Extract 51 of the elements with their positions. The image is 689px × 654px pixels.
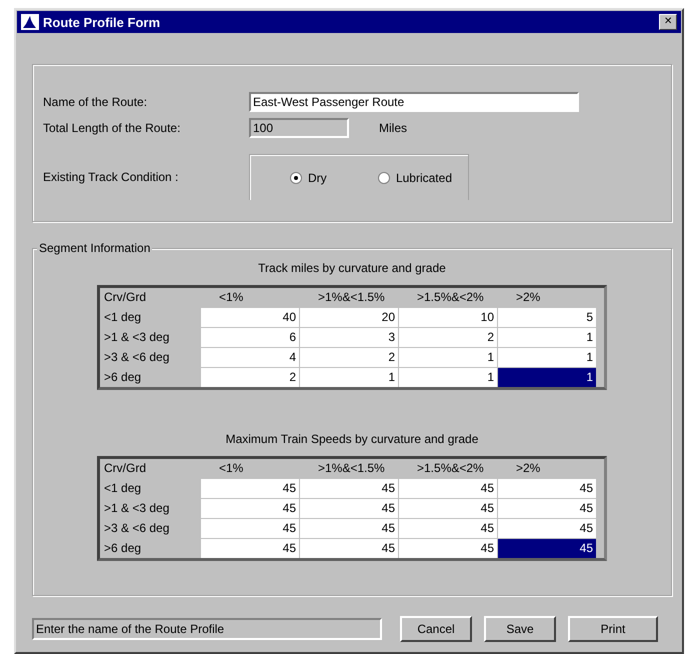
window-title: Route Profile Form — [43, 14, 162, 30]
grid-cell[interactable]: 45 — [498, 539, 596, 558]
grid-cell[interactable]: 1 — [300, 368, 398, 387]
route-name-field[interactable]: East-West Passenger Route — [249, 92, 579, 112]
grid-cell[interactable]: 45 — [300, 479, 398, 498]
grid-cell[interactable]: 45 — [201, 519, 299, 538]
dialog-button[interactable]: Print — [568, 616, 658, 642]
field-label: Total Length of the Route: — [43, 121, 182, 135]
unit-label: Miles — [379, 121, 408, 135]
grid-cell[interactable]: 45 — [300, 499, 398, 518]
grid-cell[interactable]: 45 — [498, 479, 596, 498]
table-caption: Track miles by curvature and grade — [258, 261, 446, 275]
grid-cell[interactable]: 6 — [201, 328, 299, 347]
field-label: Name of the Route: — [43, 95, 148, 109]
grid-cell[interactable]: 2 — [300, 348, 398, 367]
grid-cell[interactable]: 20 — [300, 308, 398, 327]
grid-cell[interactable]: 45 — [399, 519, 497, 538]
grid-cell[interactable]: 2 — [201, 368, 299, 387]
route-length-field[interactable]: 100 — [249, 118, 349, 138]
radio-button[interactable] — [378, 172, 390, 184]
grid-cell[interactable]: 45 — [498, 499, 596, 518]
field-label: Existing Track Condition : — [43, 170, 180, 184]
grid-cell[interactable]: 1 — [399, 368, 497, 387]
grid-cell[interactable]: 3 — [300, 328, 398, 347]
table-caption: Maximum Train Speeds by curvature and grade — [226, 432, 478, 446]
grid-cell[interactable]: 2 — [399, 328, 497, 347]
grid-cell[interactable]: 45 — [201, 499, 299, 518]
grid-cell[interactable]: 45 — [201, 539, 299, 558]
grid-cell[interactable]: 45 — [300, 539, 398, 558]
grid-cell[interactable]: 1 — [498, 348, 596, 367]
status-text: Enter the name of the Route Profile — [32, 618, 382, 640]
grid-cell[interactable]: 45 — [399, 499, 497, 518]
grid-cell[interactable]: 45 — [300, 519, 398, 538]
grid-cell[interactable]: 1 — [399, 348, 497, 367]
dialog-button[interactable]: Cancel — [400, 616, 472, 642]
grid-cell[interactable]: 45 — [399, 539, 497, 558]
radio-button[interactable] — [290, 172, 302, 184]
group-title: Segment Information — [37, 241, 152, 255]
grid-cell[interactable]: 5 — [498, 308, 596, 327]
radio-label[interactable]: Lubricated — [396, 170, 452, 184]
close-button[interactable]: ✕ — [659, 14, 677, 30]
grid-cell[interactable]: 45 — [399, 479, 497, 498]
grid-cell[interactable]: 45 — [201, 479, 299, 498]
grid-cell[interactable]: 1 — [498, 328, 596, 347]
grid-cell[interactable]: 40 — [201, 308, 299, 327]
radio-label[interactable]: Dry — [308, 170, 327, 184]
grid-cell[interactable]: 1 — [498, 368, 596, 387]
dialog-button[interactable]: Save — [484, 616, 556, 642]
grid-cell[interactable]: 10 — [399, 308, 497, 327]
grid-cell[interactable]: 4 — [201, 348, 299, 367]
grid-cell[interactable]: 45 — [498, 519, 596, 538]
